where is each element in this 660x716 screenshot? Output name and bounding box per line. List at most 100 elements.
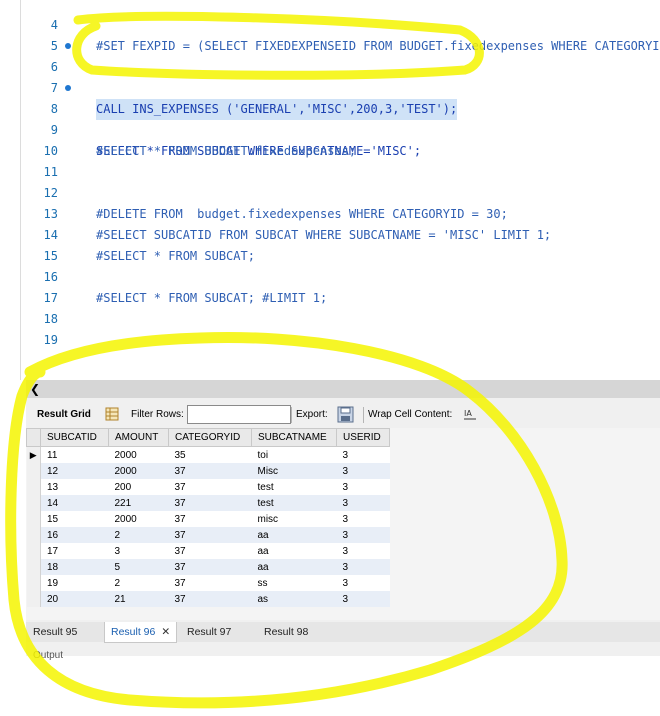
column-header-amount[interactable]: AMOUNT — [108, 428, 169, 447]
table-row[interactable]: 19 2 37 ss 3 — [26, 575, 390, 591]
table-cell[interactable]: as — [251, 591, 337, 607]
code-line-6[interactable]: 6 CALL INS_EXPENSES ('GENERAL','MISC',20… — [0, 36, 660, 120]
code-line-8[interactable]: 8 SELECT * FROM SUBCAT WHERE SUBCATNAME=… — [0, 78, 660, 158]
row-header[interactable] — [26, 511, 41, 527]
row-header[interactable] — [26, 479, 41, 495]
table-cell[interactable]: test — [251, 479, 337, 495]
tab-result-95[interactable]: Result 95 — [33, 622, 77, 642]
table-cell[interactable]: 2000 — [108, 463, 169, 479]
result-grid-label[interactable]: Result Grid — [37, 404, 91, 426]
table-cell[interactable]: 37 — [168, 543, 252, 559]
table-cell[interactable]: 5 — [108, 559, 169, 575]
code-line-4[interactable]: 4 #SET FEXPID = (SELECT FIXEDEXPENSEID F… — [0, 0, 660, 53]
table-cell[interactable]: test — [251, 495, 337, 511]
table-cell[interactable]: 221 — [108, 495, 169, 511]
table-cell[interactable]: 35 — [168, 446, 252, 463]
table-cell[interactable]: 13 — [40, 479, 109, 495]
table-cell[interactable]: 15 — [40, 511, 109, 527]
table-cell[interactable]: 37 — [168, 479, 252, 495]
table-cell[interactable]: 37 — [168, 495, 252, 511]
code-line-17[interactable]: 17 — [0, 267, 660, 305]
table-cell[interactable]: 2000 — [108, 446, 169, 463]
table-cell[interactable]: 3 — [336, 479, 390, 495]
table-row[interactable]: 18 5 37 aa 3 — [26, 559, 390, 575]
table-cell[interactable]: aa — [251, 543, 337, 559]
current-row-indicator-icon[interactable]: ▶ — [26, 446, 41, 463]
table-row[interactable]: 14 221 37 test 3 — [26, 495, 390, 511]
table-row[interactable]: 13 200 37 test 3 — [26, 479, 390, 495]
table-cell[interactable]: 37 — [168, 527, 252, 543]
table-cell[interactable]: ss — [251, 575, 337, 591]
table-cell[interactable]: 2 — [108, 575, 169, 591]
row-header[interactable] — [26, 543, 41, 559]
code-line-10[interactable]: 10 — [0, 120, 660, 158]
table-cell[interactable]: 14 — [40, 495, 109, 511]
table-row[interactable]: 17 3 37 aa 3 — [26, 543, 390, 559]
table-cell[interactable]: aa — [251, 559, 337, 575]
table-cell[interactable]: 21 — [108, 591, 169, 607]
sql-editor[interactable]: 4 #SET FEXPID = (SELECT FIXEDEXPENSEID F… — [0, 0, 660, 380]
table-cell[interactable]: 37 — [168, 575, 252, 591]
table-cell[interactable]: 17 — [40, 543, 109, 559]
code-line-9[interactable]: 9 #SELECT * FROM BUDGET.fixedexpenses; — [0, 99, 660, 158]
table-cell[interactable]: 3 — [336, 591, 390, 607]
table-cell[interactable]: 3 — [336, 495, 390, 511]
table-cell[interactable]: 37 — [168, 511, 252, 527]
tab-result-96[interactable]: Result 96 ✕ — [104, 622, 178, 643]
code-line-18[interactable]: 18 — [0, 288, 660, 326]
table-row[interactable]: 16 2 37 aa 3 — [26, 527, 390, 543]
table-cell[interactable]: 37 — [168, 559, 252, 575]
table-cell[interactable]: 3 — [336, 446, 390, 463]
table-row[interactable]: ▶ 11 2000 35 toi 3 — [26, 446, 390, 463]
code-line-5[interactable]: 5 — [0, 15, 660, 53]
code-line-7[interactable]: 7 — [0, 57, 660, 95]
row-header[interactable] — [26, 527, 41, 543]
table-cell[interactable]: 3 — [336, 575, 390, 591]
table-cell[interactable]: 37 — [168, 591, 252, 607]
code-line-12[interactable]: 12 #DELETE FROM budget.fixedexpenses WHE… — [0, 162, 660, 221]
table-cell[interactable]: 18 — [40, 559, 109, 575]
table-row[interactable]: 20 21 37 as 3 — [26, 591, 390, 607]
table-cell[interactable]: 3 — [108, 543, 169, 559]
row-header[interactable] — [26, 495, 41, 511]
export-icon[interactable] — [337, 406, 354, 423]
row-header[interactable] — [26, 559, 41, 575]
table-cell[interactable]: aa — [251, 527, 337, 543]
table-cell[interactable]: misc — [251, 511, 337, 527]
table-cell[interactable]: 19 — [40, 575, 109, 591]
table-cell[interactable]: 16 — [40, 527, 109, 543]
close-icon[interactable]: ✕ — [161, 626, 170, 638]
table-row[interactable]: 15 2000 37 misc 3 — [26, 511, 390, 527]
scroll-left-icon[interactable]: ❮ — [30, 380, 40, 398]
table-cell[interactable]: 12 — [40, 463, 109, 479]
table-cell[interactable]: 11 — [40, 446, 109, 463]
table-cell[interactable]: toi — [251, 446, 337, 463]
table-cell[interactable]: 20 — [40, 591, 109, 607]
table-cell[interactable]: 3 — [336, 463, 390, 479]
horizontal-scrollbar[interactable]: ❮ — [26, 380, 660, 398]
code-line-11[interactable]: 11 — [0, 141, 660, 179]
row-header[interactable] — [26, 591, 41, 607]
tab-result-98[interactable]: Result 98 — [264, 622, 308, 642]
code-line-16[interactable]: 16 #SELECT * FROM SUBCAT; #LIMIT 1; — [0, 246, 660, 305]
column-header-subcatname[interactable]: SUBCATNAME — [251, 428, 337, 447]
row-header[interactable] — [26, 575, 41, 591]
column-header-categoryid[interactable]: CATEGORYID — [168, 428, 252, 447]
table-cell[interactable]: 2 — [108, 527, 169, 543]
code-line-14[interactable]: 14 #SELECT * FROM SUBCAT; — [0, 204, 660, 263]
table-cell[interactable]: 3 — [336, 511, 390, 527]
code-line-13[interactable]: 13 #SELECT SUBCATID FROM SUBCAT WHERE SU… — [0, 183, 660, 242]
result-grid[interactable]: SUBCATID AMOUNT CATEGORYID SUBCATNAME US… — [26, 428, 660, 620]
grid-view-icon[interactable] — [105, 407, 119, 421]
wrap-text-icon[interactable]: IA — [463, 407, 477, 421]
table-cell[interactable]: 37 — [168, 463, 252, 479]
filter-rows-input[interactable] — [187, 405, 291, 424]
table-row[interactable]: 12 2000 37 Misc 3 — [26, 463, 390, 479]
table-cell[interactable]: 3 — [336, 543, 390, 559]
code-line-15[interactable]: 15 — [0, 225, 660, 263]
output-panel-label[interactable]: Output — [33, 650, 63, 661]
table-cell[interactable]: 3 — [336, 559, 390, 575]
table-cell[interactable]: 200 — [108, 479, 169, 495]
table-cell[interactable]: 3 — [336, 527, 390, 543]
column-header-subcatid[interactable]: SUBCATID — [40, 428, 109, 447]
